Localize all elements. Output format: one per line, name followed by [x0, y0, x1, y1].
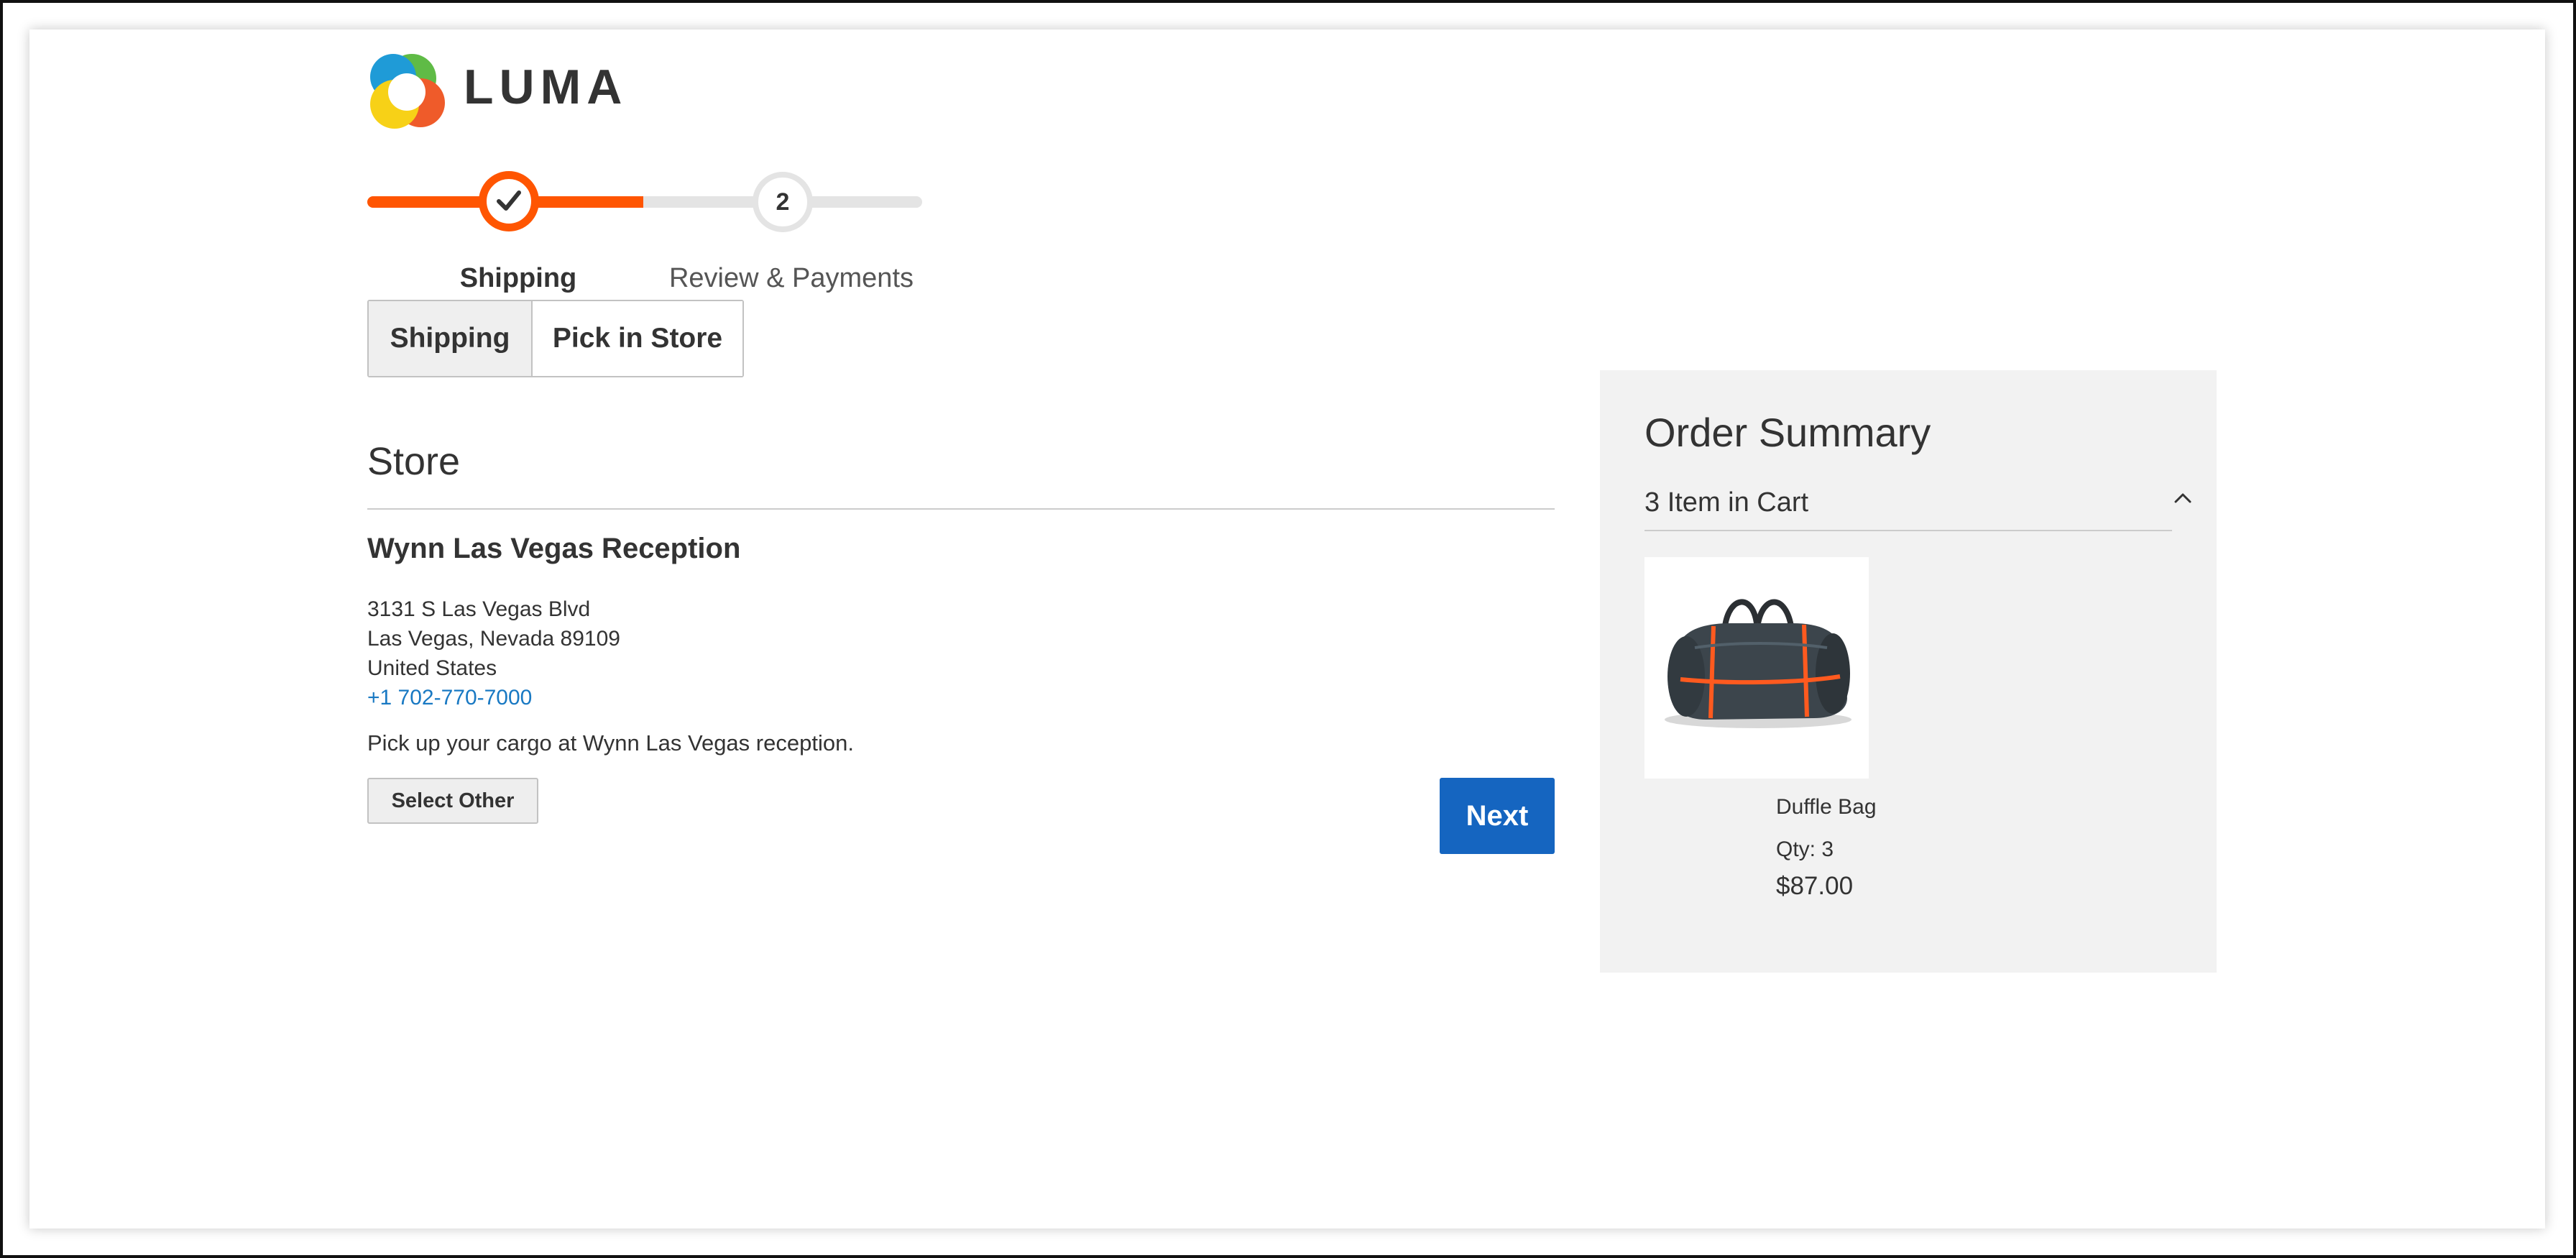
tab-pick-in-store[interactable]: Pick in Store [533, 301, 742, 376]
tab-shipping[interactable]: Shipping [369, 301, 533, 376]
store-divider [367, 508, 1555, 510]
brand-name: LUMA [464, 60, 628, 114]
next-button[interactable]: Next [1440, 778, 1555, 854]
step-review-indicator: 2 [753, 172, 813, 232]
product-quantity: Qty: 3 [1776, 837, 1834, 861]
product-price: $87.00 [1776, 872, 1854, 900]
luma-logo-icon[interactable] [367, 52, 446, 130]
step-review-label: Review & Payments [668, 263, 914, 293]
product-name[interactable]: Duffle Bag [1776, 795, 1877, 819]
step-shipping-indicator [479, 171, 539, 231]
step-shipping-label[interactable]: Shipping [446, 263, 590, 294]
store-address-line2: Las Vegas, Nevada 89109 [367, 627, 620, 651]
delivery-method-tabs: Shipping Pick in Store [367, 300, 744, 377]
select-other-button[interactable]: Select Other [367, 778, 538, 824]
store-address-line1: 3131 S Las Vegas Blvd [367, 597, 591, 621]
checkout-page: LUMA 2 Shipping Review & Payments Shippi… [29, 29, 2545, 1229]
store-pickup-note: Pick up your cargo at Wynn Las Vegas rec… [367, 730, 854, 756]
summary-divider [1644, 530, 2172, 531]
order-summary-title: Order Summary [1644, 410, 1931, 455]
chevron-up-icon[interactable] [2173, 488, 2193, 508]
store-phone-link[interactable]: +1 702-770-7000 [367, 686, 532, 710]
checkmark-icon [497, 190, 521, 211]
store-country: United States [367, 656, 497, 680]
store-heading: Store [367, 440, 461, 483]
cart-item-count[interactable]: 3 Item in Cart [1644, 487, 1808, 518]
duffle-bag-image [1644, 557, 1869, 779]
store-name: Wynn Las Vegas Reception [367, 533, 741, 564]
